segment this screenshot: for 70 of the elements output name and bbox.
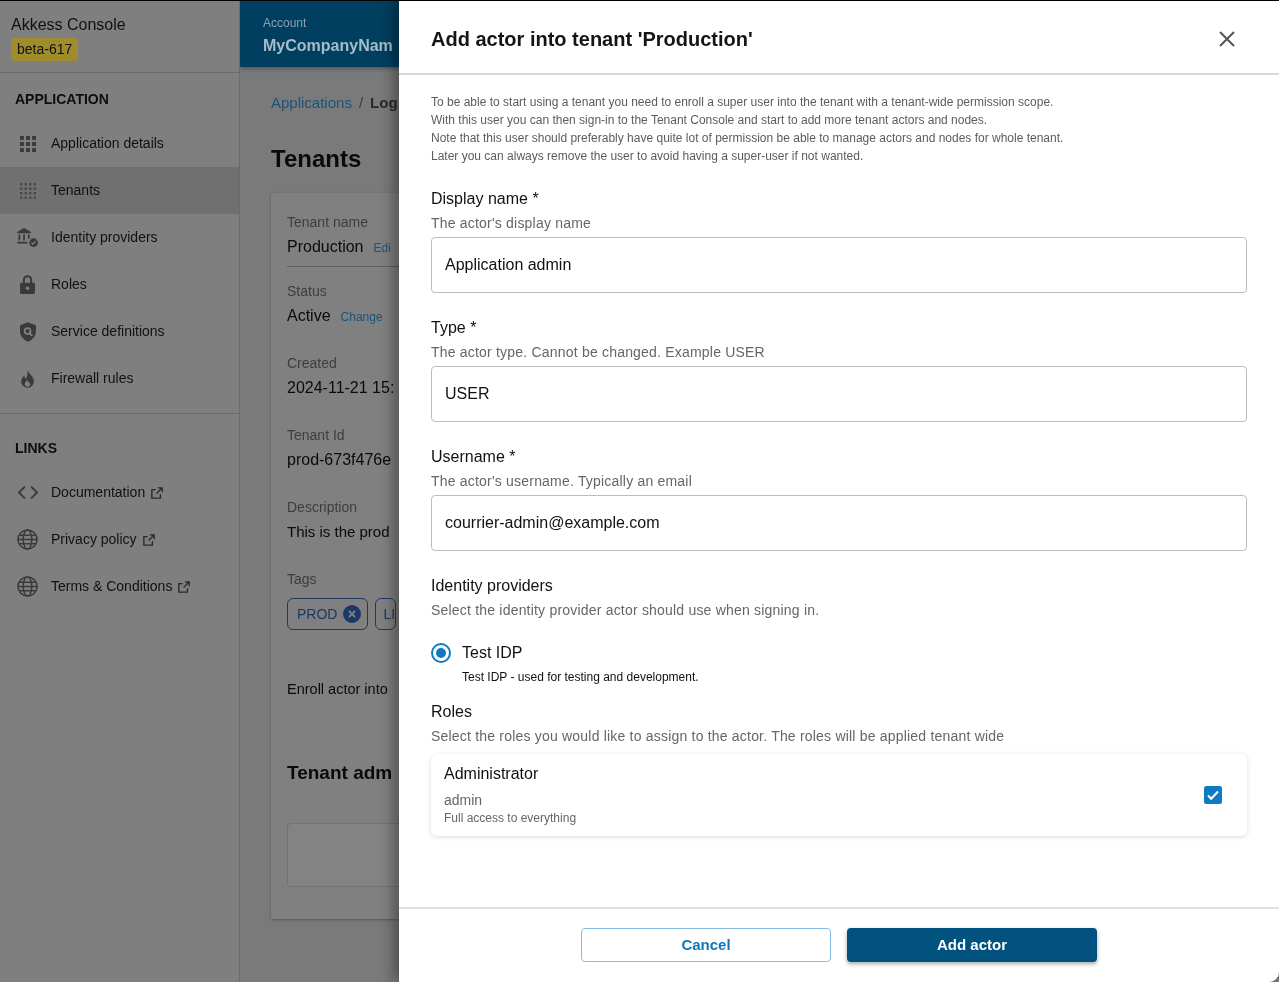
field-label: Display name *: [431, 189, 539, 209]
sidebar-link[interactable]: Documentation: [0, 469, 168, 516]
role-description: Full access to everything: [444, 810, 577, 826]
field-hint: The actor's username. Typically an email: [431, 472, 692, 490]
field-label: Tags: [287, 570, 318, 588]
dialog-title: Add actor into tenant 'Production': [431, 27, 753, 52]
section-heading: Tenant adm: [287, 761, 393, 785]
globe-icon: [17, 529, 38, 550]
radio-button[interactable]: [431, 643, 451, 663]
bank-check-icon: [17, 228, 38, 247]
remove-icon[interactable]: [343, 605, 362, 623]
dot-grid-icon: [19, 182, 36, 199]
intro-text: Note that this user should preferably have quite lot of permission be able to manage actors and nodes for whole tenant.: [431, 130, 1064, 147]
field-hint: The actor type. Cannot be changed. Example USER: [431, 343, 765, 361]
field-hint: Select the roles you would like to assign to the actor. The roles will be applied tenant wide: [431, 727, 1005, 745]
sidebar-link[interactable]: Terms & Conditions: [0, 563, 195, 610]
role-card[interactable]: Administrator admin Full access to everything: [431, 754, 1247, 836]
field-label: Username *: [431, 447, 516, 467]
field-label: Type *: [431, 318, 477, 338]
role-name: Administrator: [444, 764, 539, 784]
account-name: MyCompanyNam: [263, 36, 393, 56]
cancel-button[interactable]: Cancel: [581, 928, 831, 962]
section-heading: LINKS: [14, 439, 58, 458]
intro-text: Later you can always remove the user to avoid having a super-user if not wanted.: [431, 148, 864, 165]
field-value: Active: [287, 306, 331, 326]
field-hint: The actor's display name: [431, 214, 591, 232]
breadcrumb-current: Log: [370, 93, 398, 113]
intro-text: To be able to start using a tenant you need to enroll a super user into the tenant with a tenant-wide permission scope.: [431, 94, 1054, 111]
field-value: This is the prod: [287, 522, 390, 542]
enroll-text: Enroll actor into: [287, 680, 388, 699]
checkbox[interactable]: [1204, 786, 1222, 804]
option-label: Test IDP: [462, 643, 523, 663]
field-hint: Select the identity provider actor should use when signing in.: [431, 601, 820, 619]
app-title: Akkess Console: [11, 15, 126, 35]
field-label: Created: [287, 354, 338, 372]
breadcrumb-separator: /: [358, 93, 364, 113]
account-label: Account: [263, 15, 307, 31]
role-code: admin: [444, 791, 483, 809]
globe-icon: [17, 576, 38, 597]
grid-icon: [19, 135, 36, 152]
close-icon: [1219, 31, 1235, 47]
flame-icon: [20, 369, 35, 388]
field-label: Tenant name: [287, 213, 369, 231]
shield-search-icon: [19, 321, 36, 342]
field-label: Status: [287, 282, 328, 300]
field-value: Production: [287, 237, 364, 257]
external-link-icon: [178, 580, 191, 593]
external-link-icon: [151, 486, 164, 499]
text-input[interactable]: courrier-admin@example.com: [431, 495, 1247, 551]
field-value: 2024-11-21 15:: [287, 378, 395, 398]
field-label: Tenant Id: [287, 426, 346, 444]
page-title: Tenants: [270, 145, 363, 173]
section-heading: APPLICATION: [14, 90, 110, 109]
intro-text: With this user you can then sign-in to the Tenant Console and start to add more tenant actors and nodes.: [431, 112, 988, 129]
tag-chip: LI: [375, 598, 397, 630]
code-icon: [17, 486, 38, 499]
lock-icon: [20, 275, 35, 294]
field-label: Description: [287, 498, 359, 516]
text-input[interactable]: Application admin: [431, 237, 1247, 293]
text-input[interactable]: USER: [431, 366, 1247, 422]
option-description: Test IDP - used for testing and development.: [462, 669, 699, 685]
field-value: prod-673f476e: [287, 450, 392, 470]
external-link-icon: [142, 533, 155, 546]
field-label: Identity providers: [431, 576, 553, 596]
version-badge: beta-617: [11, 38, 79, 61]
nav-item[interactable]: Tenants: [0, 167, 239, 214]
sidebar-link[interactable]: Privacy policy: [0, 516, 159, 563]
add-actor-button[interactable]: Add actor: [847, 928, 1097, 962]
tag-chip: PROD: [287, 598, 369, 630]
field-label: Roles: [431, 702, 472, 722]
